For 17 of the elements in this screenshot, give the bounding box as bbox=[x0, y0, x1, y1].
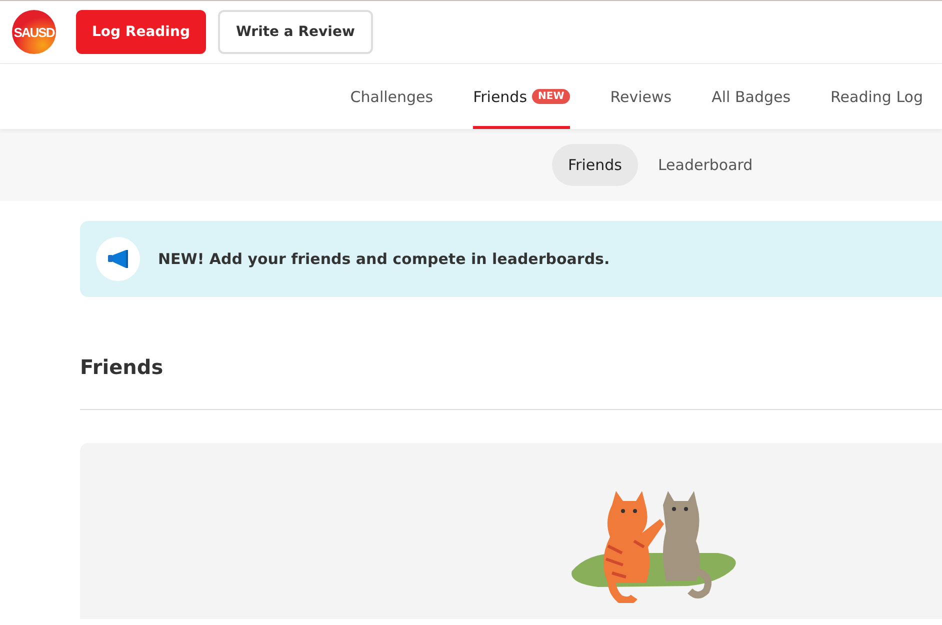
log-reading-button[interactable]: Log Reading bbox=[76, 10, 206, 54]
nav-tab-label: Reviews bbox=[610, 88, 672, 106]
new-badge: NEW bbox=[532, 89, 570, 104]
announcement-text: NEW! Add your friends and compete in leaderboards. bbox=[158, 250, 610, 268]
nav-tab-label: Challenges bbox=[350, 88, 434, 106]
nav-tab-label: Friends bbox=[473, 88, 528, 106]
nav-tab[interactable]: Challenges bbox=[350, 64, 434, 129]
nav-tab[interactable]: Reading Log bbox=[830, 64, 923, 129]
section-title: Friends bbox=[80, 297, 942, 410]
nav-tab[interactable]: Reviews bbox=[610, 64, 672, 129]
nav-tab-label: Reading Log bbox=[830, 88, 923, 106]
sub-tab[interactable]: Friends bbox=[552, 144, 638, 186]
sub-tab[interactable]: Leaderboard bbox=[642, 144, 769, 186]
nav-tab[interactable]: All Badges bbox=[712, 64, 791, 129]
megaphone-icon bbox=[107, 250, 129, 268]
write-review-button[interactable]: Write a Review bbox=[218, 10, 373, 54]
nav-tab-label: All Badges bbox=[712, 88, 791, 106]
